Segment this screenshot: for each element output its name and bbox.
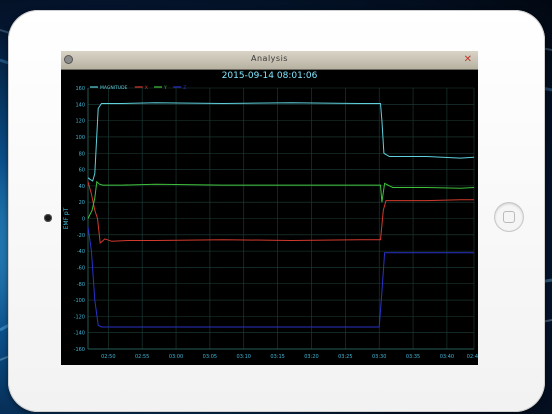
y-tick-label: 100 — [75, 135, 85, 141]
legend-label: X — [145, 85, 148, 91]
x-tick-label: 03:35 — [406, 354, 420, 360]
y-tick-label: 20 — [79, 200, 85, 206]
y-tick-label: -60 — [77, 265, 85, 271]
y-tick-label: 60 — [79, 168, 85, 174]
x-tick-label: 03:40 — [440, 354, 454, 360]
x-tick-label: 03:10 — [237, 354, 251, 360]
y-tick-label: 40 — [79, 184, 85, 190]
y-tick-label: -100 — [74, 298, 85, 304]
x-tick-label: 03:00 — [169, 354, 183, 360]
series-line-z — [87, 226, 474, 328]
series-line-x — [87, 181, 474, 245]
y-tick-label: -120 — [74, 314, 85, 320]
home-button[interactable] — [495, 203, 523, 231]
legend-label: Y — [163, 85, 167, 91]
x-tick-label: 03:30 — [372, 354, 386, 360]
y-tick-label: -140 — [74, 331, 85, 337]
x-tick-label: 03:05 — [203, 354, 217, 360]
x-tick-label: 02:55 — [135, 354, 149, 360]
x-tick-label: 03:15 — [270, 354, 284, 360]
y-tick-label: 0 — [82, 217, 85, 223]
x-tick-label: 03:25 — [338, 354, 352, 360]
y-tick-label: -40 — [77, 249, 85, 255]
legend-label: MAGNITUDE — [100, 85, 128, 91]
home-square-icon — [503, 211, 515, 223]
y-tick-label: 120 — [75, 119, 85, 125]
app-screen: Analysis ✕ 2015-09-14 08:01:06 160 140 120… — [61, 51, 478, 365]
y-tick-label: -20 — [77, 233, 85, 239]
legend-label: Z — [183, 85, 186, 91]
y-tick-label: -80 — [77, 282, 85, 288]
x-tick-label: 02:45 — [467, 354, 478, 360]
series-line-magnitude — [87, 102, 475, 182]
y-tick-label: 160 — [75, 86, 85, 92]
y-axis-label: EMF pT — [63, 207, 70, 229]
y-tick-label: -160 — [74, 347, 85, 353]
y-tick-label: 80 — [79, 151, 85, 157]
x-tick-label: 03:20 — [304, 354, 318, 360]
x-tick-label: 02:50 — [101, 354, 115, 360]
emf-line-chart: 160 140 120 100 80 60 40 20 0 -20 -40 -60 -80 -100 -12… — [63, 85, 478, 360]
camera-icon — [44, 214, 52, 222]
y-tick-label: 140 — [75, 102, 85, 108]
